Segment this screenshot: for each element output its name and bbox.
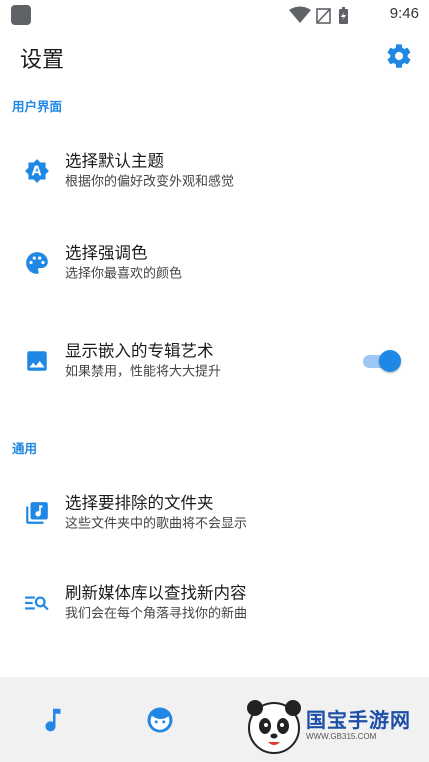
setting-subtitle: 我们会在每个角落寻找你的新曲 bbox=[65, 606, 248, 622]
setting-accent-color[interactable]: 选择强调色 选择你最喜欢的颜色 bbox=[0, 228, 429, 298]
section-label-general: 通用 bbox=[12, 441, 38, 456]
setting-subtitle: 这些文件夹中的歌曲将不会显示 bbox=[65, 516, 248, 532]
section-label-ui: 用户界面 bbox=[12, 99, 63, 114]
gear-icon[interactable] bbox=[385, 42, 413, 70]
setting-album-art[interactable]: 显示嵌入的专辑艺术 如果禁用，性能将大大提升 bbox=[0, 326, 429, 396]
setting-title: 选择强调色 bbox=[65, 243, 148, 263]
setting-theme[interactable]: 选择默认主题 根据你的偏好改变外观和感觉 bbox=[0, 136, 429, 206]
notification-app-icon bbox=[11, 5, 31, 25]
toggle-thumb bbox=[379, 350, 401, 372]
status-bar: 9:46 bbox=[0, 0, 429, 30]
face-icon[interactable] bbox=[145, 705, 175, 735]
system-status-icons bbox=[289, 6, 348, 24]
status-time: 9:46 bbox=[389, 5, 419, 22]
watermark: 国宝手游网 WWW.GB315.COM bbox=[244, 692, 419, 760]
page-title: 设置 bbox=[20, 48, 65, 73]
music-note-icon[interactable] bbox=[38, 705, 68, 735]
palette-icon bbox=[26, 252, 48, 274]
music-library-icon bbox=[26, 502, 48, 524]
setting-title: 显示嵌入的专辑艺术 bbox=[65, 341, 214, 361]
setting-title: 选择默认主题 bbox=[65, 151, 164, 171]
watermark-url: WWW.GB315.COM bbox=[306, 732, 377, 741]
setting-title: 选择要排除的文件夹 bbox=[65, 493, 214, 513]
setting-exclude-folders[interactable]: 选择要排除的文件夹 这些文件夹中的歌曲将不会显示 bbox=[0, 478, 429, 548]
app-header: 设置 bbox=[0, 34, 429, 80]
panda-logo-icon bbox=[247, 700, 301, 754]
setting-refresh-library[interactable]: 刷新媒体库以查找新内容 我们会在每个角落寻找你的新曲 bbox=[0, 568, 429, 638]
setting-subtitle: 根据你的偏好改变外观和感觉 bbox=[65, 174, 235, 190]
setting-title: 刷新媒体库以查找新内容 bbox=[65, 583, 247, 603]
image-icon bbox=[27, 351, 47, 371]
setting-subtitle: 选择你最喜欢的颜色 bbox=[65, 266, 183, 282]
watermark-brand: 国宝手游网 bbox=[306, 708, 411, 732]
album-art-toggle[interactable] bbox=[361, 349, 401, 373]
setting-subtitle: 如果禁用，性能将大大提升 bbox=[65, 364, 222, 380]
search-list-icon bbox=[25, 596, 49, 611]
theme-icon bbox=[25, 159, 49, 183]
